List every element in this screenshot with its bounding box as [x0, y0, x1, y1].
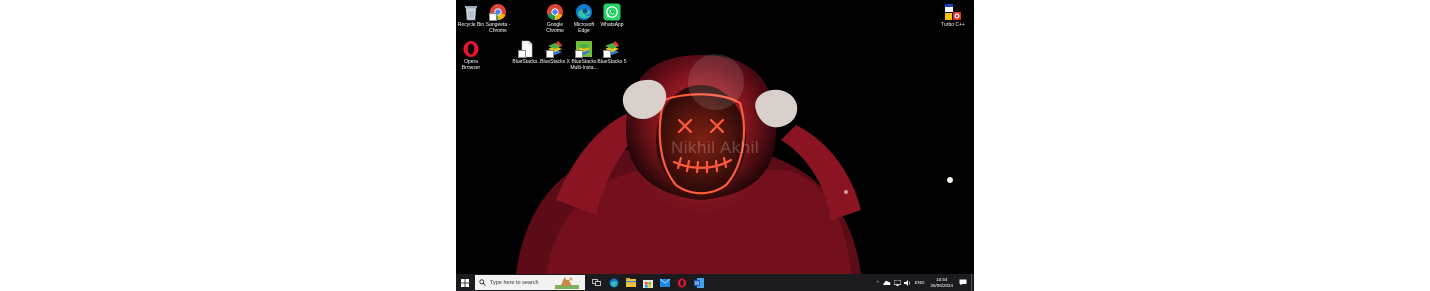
icon-label: Sangeeta - Chrome — [485, 22, 511, 34]
show-desktop-button[interactable] — [971, 274, 974, 291]
icon-label: Google Chrome — [546, 22, 564, 34]
desktop-screen: Nikhil Akhil Recycle Bin Sangeeta - Chro… — [456, 0, 974, 291]
desktop-icon-bluestacks-multi-instance[interactable]: BlueStacks Multi-Insta... — [569, 40, 599, 71]
volume-icon[interactable] — [903, 279, 911, 286]
bluestacks-icon — [546, 40, 564, 58]
svg-text:W: W — [694, 280, 699, 286]
icon-label: BlueStacks... — [512, 59, 542, 65]
shortcut-arrow-icon — [546, 50, 554, 58]
search-highlight-image — [555, 277, 579, 289]
desktop-icon-bluestacks-5[interactable]: BlueStacks 5 — [597, 40, 627, 65]
recycle-bin-icon — [462, 3, 480, 21]
show-hidden-icons-icon[interactable]: ^ — [877, 280, 879, 285]
icon-label: Microsoft Edge — [573, 22, 595, 34]
shortcut-arrow-icon — [603, 50, 611, 58]
shortcut-arrow-icon — [518, 50, 526, 58]
taskbar-opera-button[interactable] — [673, 274, 690, 291]
taskbar: Type here to search W ^ ENG 16:54 26/08/… — [456, 274, 974, 291]
icon-label: WhatsApp — [600, 22, 624, 28]
icon-label: BlueStacks X — [540, 59, 570, 65]
windows-logo-icon — [460, 278, 469, 287]
icon-label: Turbo C++ — [941, 22, 965, 28]
desktop-icon-opera-browser[interactable]: Opera Browser — [456, 40, 486, 71]
taskbar-edge-button[interactable] — [605, 274, 622, 291]
taskbar-word-button[interactable]: W — [690, 274, 707, 291]
network-icon[interactable] — [893, 279, 901, 286]
icon-label: Opera Browser — [461, 59, 481, 71]
desktop-icon-turbo-cpp[interactable]: Turbo C++ — [938, 3, 968, 28]
taskbar-store-button[interactable] — [639, 274, 656, 291]
icon-label: Recycle Bin — [457, 22, 485, 28]
taskbar-file-explorer-button[interactable] — [622, 274, 639, 291]
clock[interactable]: 16:54 26/08/2024 — [930, 277, 953, 289]
desktop-icon-whatsapp[interactable]: WhatsApp — [597, 3, 627, 28]
file-icon — [518, 40, 536, 58]
whatsapp-icon — [603, 3, 621, 21]
store-icon — [642, 279, 653, 288]
bluestacks-icon — [575, 40, 593, 58]
shortcut-arrow-icon — [489, 13, 497, 21]
edge-icon — [575, 3, 593, 21]
mail-icon — [659, 278, 670, 287]
desktop-icon-bluestacks-x[interactable]: BlueStacks X — [540, 40, 570, 65]
start-button[interactable] — [456, 274, 473, 291]
language-indicator[interactable]: ENG — [915, 280, 925, 285]
taskbar-mail-button[interactable] — [656, 274, 673, 291]
edge-icon — [609, 278, 618, 287]
notification-center-icon[interactable] — [959, 279, 967, 286]
search-placeholder: Type here to search — [490, 279, 539, 286]
opera-icon — [462, 40, 480, 58]
task-view-icon — [592, 279, 601, 286]
search-icon — [479, 279, 486, 286]
shortcut-arrow-icon — [575, 50, 583, 58]
task-view-button[interactable] — [588, 274, 605, 291]
chrome-icon — [489, 3, 507, 21]
desktop-icon-sangeeta-chrome[interactable]: Sangeeta - Chrome — [483, 3, 513, 34]
icon-label: BlueStacks 5 — [597, 59, 627, 65]
system-tray: ^ ENG 16:54 26/08/2024 — [877, 274, 974, 291]
chrome-icon — [546, 3, 564, 21]
icon-label: BlueStacks Multi-Insta... — [570, 59, 598, 71]
file-explorer-icon — [625, 278, 636, 287]
desktop-icon-bluestacks-file[interactable]: BlueStacks... — [512, 40, 542, 65]
desktop-icon-microsoft-edge[interactable]: Microsoft Edge — [569, 3, 599, 34]
clock-date: 26/08/2024 — [930, 282, 953, 288]
desktop-icon-google-chrome[interactable]: Google Chrome — [540, 3, 570, 34]
taskbar-search-box[interactable]: Type here to search — [475, 275, 585, 290]
wallpaper-watermark: Nikhil Akhil — [671, 138, 760, 157]
onedrive-icon[interactable] — [883, 280, 891, 285]
opera-icon — [677, 278, 686, 287]
bluestacks-icon — [603, 40, 621, 58]
turbo-cpp-icon — [944, 3, 962, 21]
desktop-icon-recycle-bin[interactable]: Recycle Bin — [456, 3, 486, 28]
word-icon: W — [693, 277, 704, 288]
